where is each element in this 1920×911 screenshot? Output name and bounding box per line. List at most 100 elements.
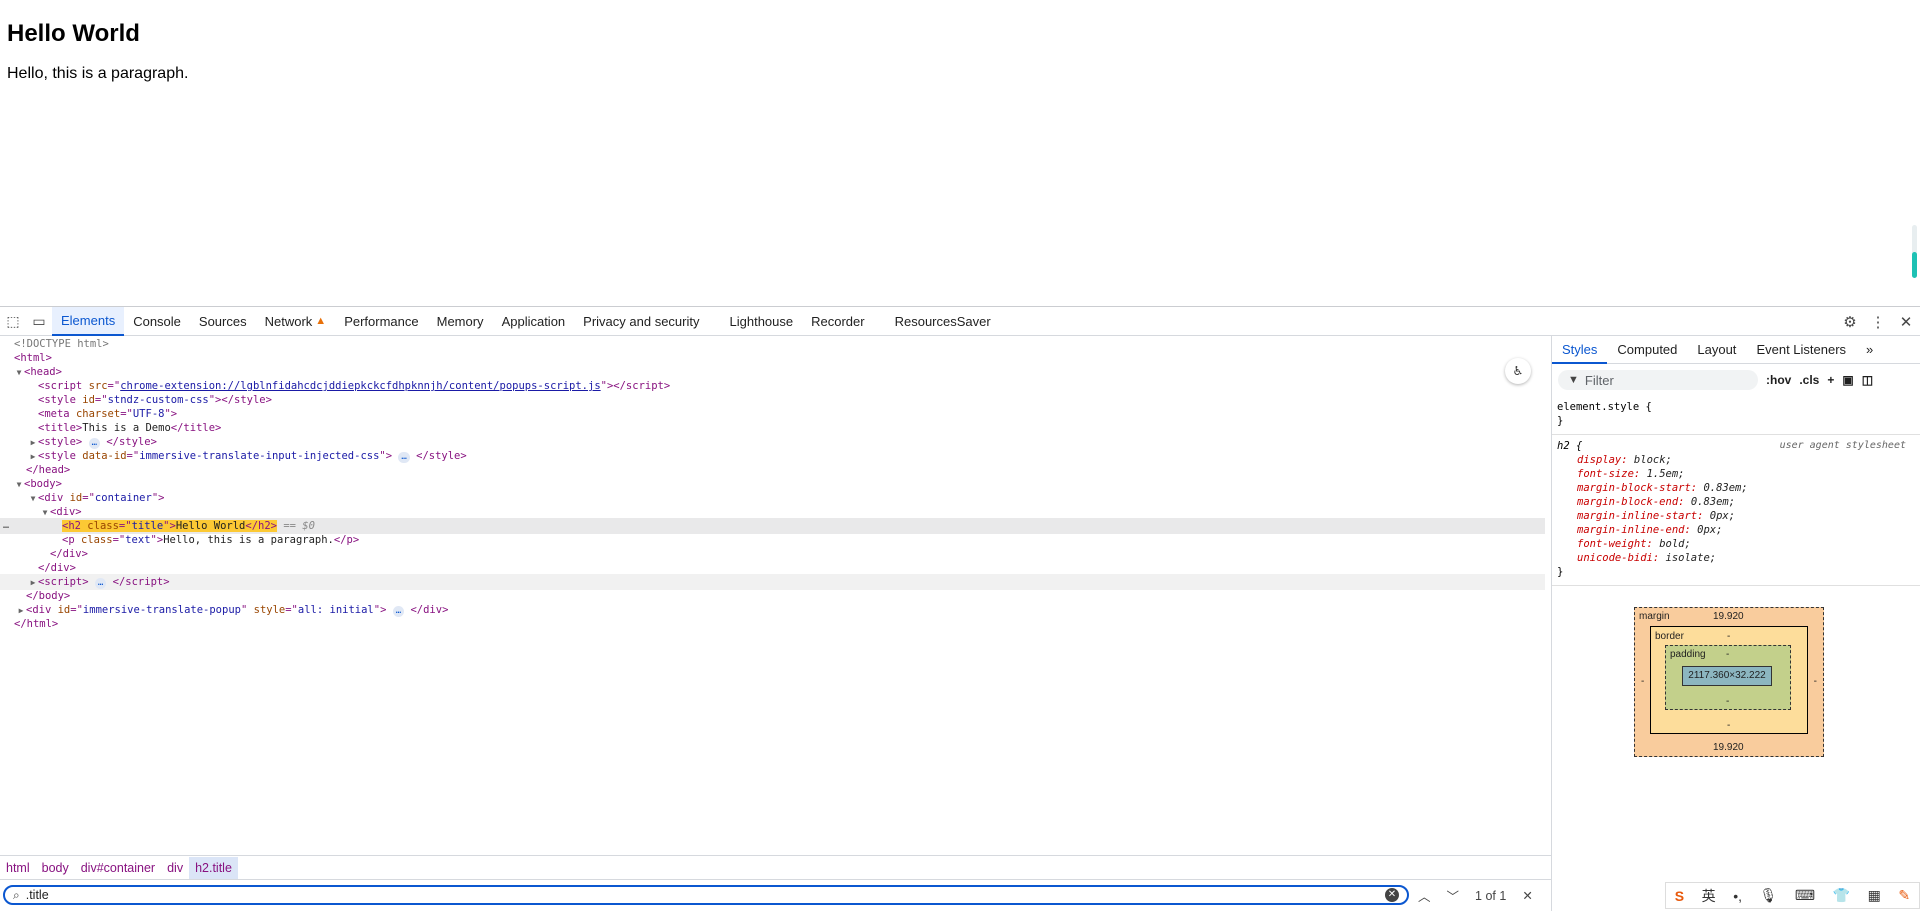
hov-button[interactable]: :hov [1766,373,1791,387]
tab-recorder[interactable]: Recorder [802,307,873,336]
border-top-value[interactable]: - [1727,631,1730,642]
warning-icon: ▲ [315,315,327,327]
tab-performance[interactable]: Performance [335,307,427,336]
devtools-panel: ⬚ ▭ Elements Console Sources Network ▲ Pe… [0,306,1920,911]
new-rule-icon[interactable]: + [1827,373,1834,387]
ime-language[interactable]: 英 [1702,886,1716,906]
breadcrumb-container[interactable]: div#container [75,857,161,879]
grid-icon[interactable]: ▦ [1868,887,1881,904]
tab-resourcessaver[interactable]: ResourcesSaver [886,307,1000,336]
search-bar: ⌕ .title ✕ ︿ ﹀ 1 of 1 ✕ [0,879,1551,911]
css-prop-margin-inline-start[interactable]: margin-inline-start: 0px; [1557,509,1920,523]
clothes-icon[interactable]: 👕 [1833,887,1850,904]
elements-tree: <!DOCTYPE html> <html> ▼ <head> <script s… [0,336,1551,856]
h2-style-rule[interactable]: h2 { user agent stylesheet display: bloc… [1552,439,1920,579]
more-tabs-icon[interactable]: » [1856,336,1883,364]
h2-text: Hello World [175,520,246,532]
close-devtools-icon[interactable]: ✕ [1892,313,1920,331]
dollar-zero: == $0 [283,520,315,532]
more-options-icon[interactable]: ⋮ [1864,313,1892,331]
tab-console[interactable]: Console [124,307,190,336]
search-input[interactable]: ⌕ .title ✕ [3,885,1409,905]
microphone-icon[interactable]: 🎙 [1760,887,1778,904]
tab-layout[interactable]: Layout [1687,336,1746,364]
box-model-padding[interactable]: padding - - 2117.360×32.222 [1665,645,1791,710]
meta-charset-value: UTF-8 [132,408,165,420]
search-value: .title [25,888,49,902]
css-prop-font-weight[interactable]: font-weight: bold; [1557,537,1920,551]
tab-event-listeners[interactable]: Event Listeners [1746,336,1856,364]
breadcrumb-h2[interactable]: h2.title [189,856,238,879]
ua-stylesheet-label: user agent stylesheet [1779,440,1906,451]
p-text: Hello, this is a paragraph. [163,534,334,546]
sidebar-tabs: Styles Computed Layout Event Listeners » [1552,336,1920,364]
tab-network[interactable]: Network ▲ [256,307,336,336]
tab-styles[interactable]: Styles [1552,336,1608,364]
box-model-border[interactable]: border - - padding - - 2117.360×32.222 [1650,626,1808,734]
css-prop-unicode-bidi[interactable]: unicode-bidi: isolate; [1557,551,1920,565]
popup-id-value: immersive-translate-popup [82,604,241,616]
filter-input[interactable]: ▼ Filter [1558,370,1758,390]
tab-memory[interactable]: Memory [428,307,493,336]
margin-top-value[interactable]: 19.920 [1713,611,1744,622]
css-prop-margin-block-end[interactable]: margin-block-end: 0.83em; [1557,495,1920,509]
sogou-logo-icon[interactable]: S [1675,888,1684,904]
filter-placeholder: Filter [1584,372,1614,388]
margin-right-value[interactable]: - [1814,676,1817,687]
breadcrumb-div[interactable]: div [161,857,189,879]
tab-network-label: Network [264,313,313,329]
inspect-element-icon[interactable]: ⬚ [0,308,26,334]
border-bottom-value[interactable]: - [1727,720,1730,731]
filter-icon: ▼ [1568,374,1579,386]
tab-elements[interactable]: Elements [52,306,125,336]
css-prop-font-size[interactable]: font-size: 1.5em; [1557,467,1920,481]
paint-icon[interactable]: ▣ [1842,373,1853,387]
settings-gear-icon[interactable]: ⚙ [1836,313,1864,331]
next-match-icon[interactable]: ﹀ [1447,886,1460,905]
tab-application[interactable]: Application [493,307,575,336]
tab-privacy[interactable]: Privacy and security [574,307,708,336]
toggle-sidebar-icon[interactable]: ◫ [1862,373,1873,387]
p-class-value: text [125,534,151,546]
element-style-selector: element.style { [1557,401,1652,413]
box-model-content[interactable]: 2117.360×32.222 [1682,666,1772,686]
search-controls: ︿ ﹀ 1 of 1 ✕ [1418,886,1549,905]
breadcrumb-body[interactable]: body [36,857,75,879]
popup-style-value: all: initial [297,604,374,616]
css-prop-margin-block-start[interactable]: margin-block-start: 0.83em; [1557,481,1920,495]
device-toolbar-icon[interactable]: ▭ [26,308,52,334]
padding-bottom-value[interactable]: - [1726,696,1729,707]
keyboard-icon[interactable]: ⌨ [1795,887,1815,904]
tab-sources[interactable]: Sources [190,307,256,336]
margin-left-value[interactable]: - [1641,676,1644,687]
css-prop-display[interactable]: display: block; [1557,453,1920,467]
breadcrumb-html[interactable]: html [0,857,36,879]
border-label: border [1655,631,1684,642]
filter-row: ▼ Filter :hov .cls + ▣ ◫ [1552,368,1920,392]
padding-top-value[interactable]: - [1726,649,1729,660]
devtools-tabbar: ⬚ ▭ Elements Console Sources Network ▲ Pe… [0,306,1920,336]
clear-search-icon[interactable]: ✕ [1385,888,1399,902]
box-model-margin[interactable]: margin 19.920 19.920 - - border - - padd… [1634,607,1824,757]
page-viewport: Hello World Hello, this is a paragraph. [0,0,1920,306]
tab-lighthouse[interactable]: Lighthouse [721,307,803,336]
accessibility-tree-icon[interactable]: ♿ [1505,358,1531,384]
tab-computed[interactable]: Computed [1607,336,1687,364]
devtools-actions: ⚙ ⋮ ✕ [1836,307,1920,336]
margin-label: margin [1639,611,1670,622]
close-search-icon[interactable]: ✕ [1522,888,1532,903]
css-prop-margin-inline-end[interactable]: margin-inline-end: 0px; [1557,523,1920,537]
script-src-link[interactable]: chrome-extension://lgblnfidahcdcjddiepkc… [120,380,600,392]
cls-button[interactable]: .cls [1799,373,1819,387]
punctuation-icon[interactable]: •, [1733,888,1742,904]
margin-bottom-value[interactable]: 19.920 [1713,742,1744,753]
ime-toolbar: S 英 •, 🎙 ⌨ 👕 ▦ ✎ [1665,882,1920,909]
dom-line-html-close[interactable]: </html> [0,616,1545,632]
element-style-rule[interactable]: element.style { } [1552,400,1920,428]
style-id-value: stndz-custom-css [107,394,209,406]
prev-match-icon[interactable]: ︿ [1418,886,1431,905]
tools-icon[interactable]: ✎ [1898,887,1910,904]
h2-class-value: title [131,520,164,532]
page-scroll-indicator[interactable] [1912,252,1917,278]
title-text: This is a Demo [82,422,171,434]
